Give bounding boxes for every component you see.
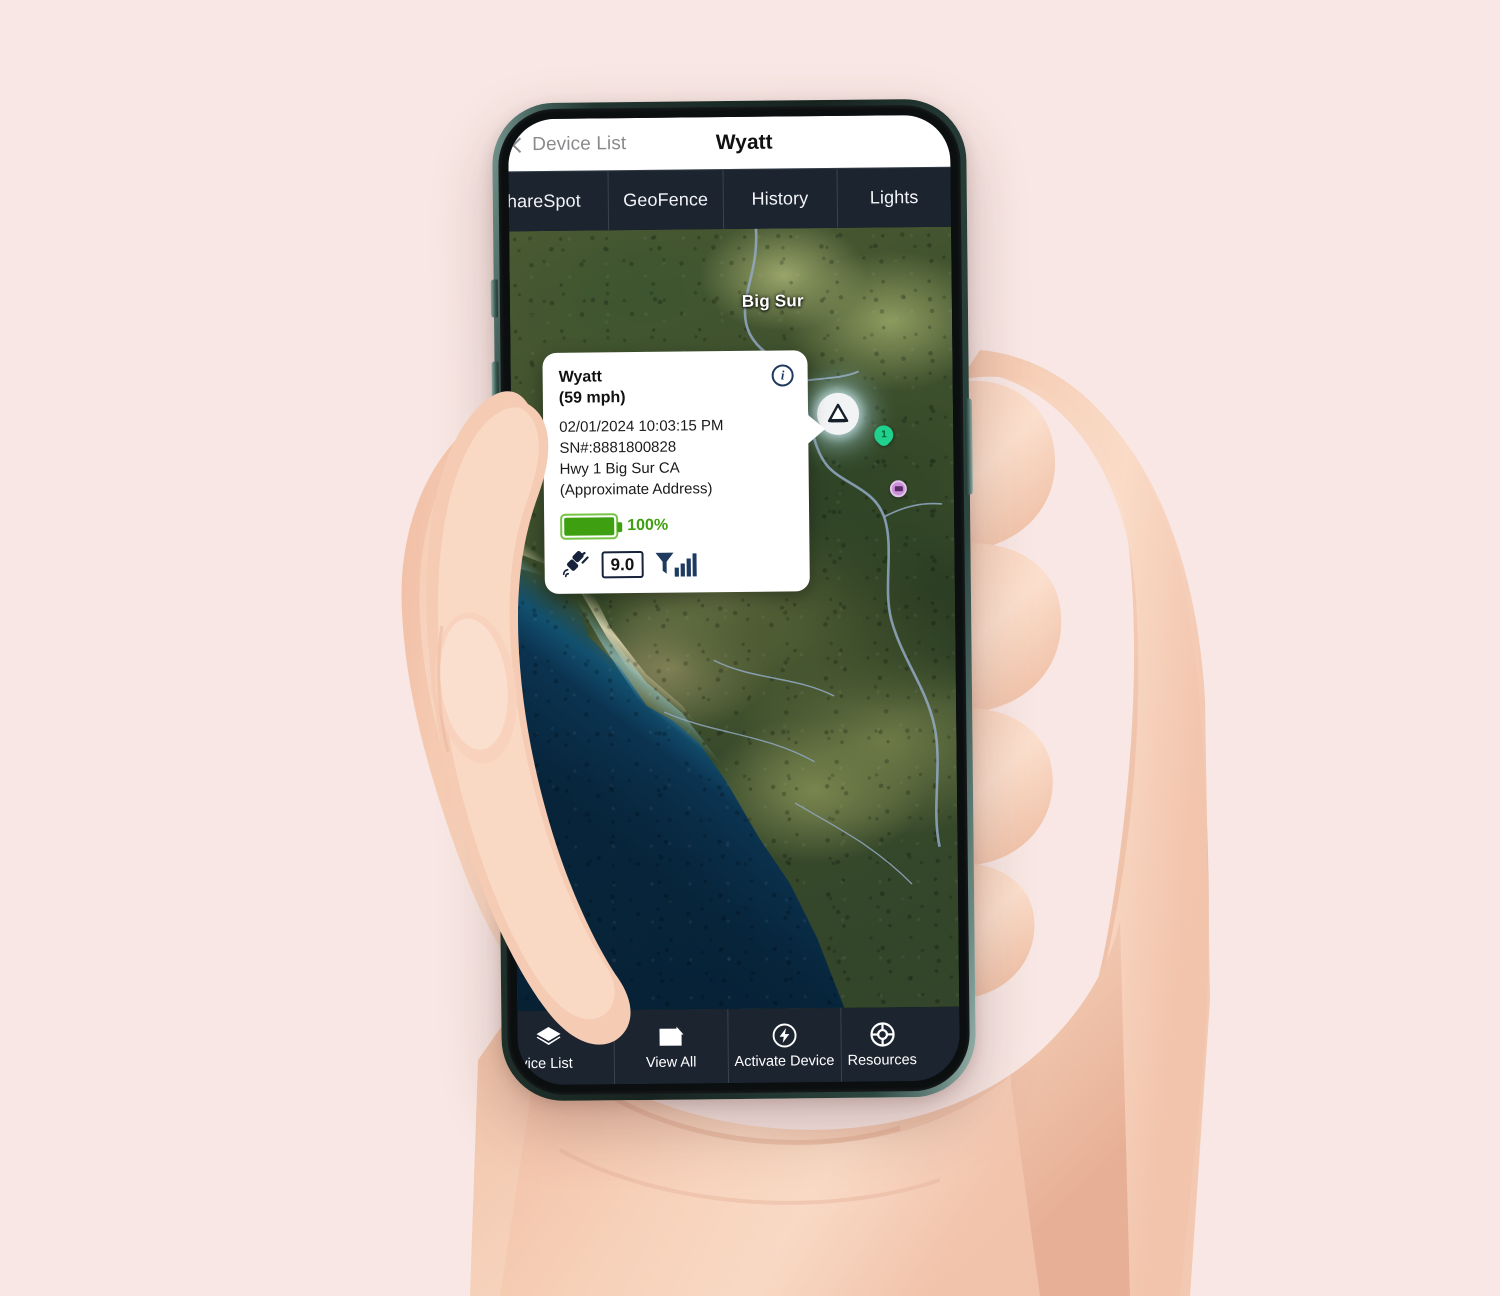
gps-accuracy-value: 9.0	[601, 551, 644, 579]
volume-down-button[interactable]	[492, 453, 501, 524]
power-button[interactable]	[964, 398, 973, 495]
satellite-map[interactable]: Big Sur 1 i Wyatt (59 mph) 02/01/2024 10…	[509, 226, 960, 1012]
callout-timestamp: 02/01/2024 10:03:15 PM	[559, 416, 724, 436]
scene: Device List Wyatt ShareSpot GeoFence His…	[0, 0, 1500, 1296]
tab-history[interactable]: History	[722, 168, 838, 230]
bottom-nav-view-all[interactable]: View All	[614, 1009, 729, 1085]
map-label-big-sur: Big Sur	[741, 291, 804, 311]
tab-sharespot[interactable]: ShareSpot	[507, 171, 610, 232]
mute-switch[interactable]	[490, 279, 499, 318]
info-circle-icon[interactable]: i	[771, 364, 794, 387]
tab-history-label: History	[751, 188, 809, 209]
bottom-nav-bar: Device List View All Activate Device Res…	[507, 1006, 961, 1086]
phone-screen: Device List Wyatt ShareSpot GeoFence His…	[507, 114, 961, 1086]
map-roads	[572, 226, 943, 885]
device-info-callout[interactable]: i Wyatt (59 mph) 02/01/2024 10:03:15 PM …	[542, 350, 810, 594]
tab-lights-label: Lights	[869, 187, 919, 208]
back-to-device-list-link[interactable]: Device List	[532, 133, 626, 156]
battery-percent-label: 100%	[627, 516, 669, 534]
layers-icon	[535, 1024, 561, 1051]
bottom-nav-activate-device[interactable]: Activate Device	[727, 1007, 842, 1084]
tab-sharespot-label: ShareSpot	[507, 190, 581, 212]
bottom-nav-view-all-label: View All	[645, 1054, 697, 1071]
map-imagery	[509, 226, 960, 1012]
poi-pin[interactable]	[889, 480, 907, 498]
tab-geofence[interactable]: GeoFence	[608, 170, 724, 231]
satellite-icon	[562, 550, 589, 577]
status-row: 9.0	[560, 548, 793, 580]
nav-header: Device List Wyatt	[507, 114, 951, 172]
folder-icon	[658, 1023, 684, 1050]
bottom-nav-activate-device-label: Activate Device	[734, 1052, 835, 1071]
bottom-nav-resources[interactable]: Resources	[847, 1007, 960, 1082]
callout-serial: SN#:8881800828	[559, 438, 677, 457]
signal-bars-icon	[655, 552, 697, 577]
vehicle-arrow-icon	[827, 403, 849, 423]
callout-speed: (59 mph)	[558, 388, 626, 407]
callout-address: Hwy 1 Big Sur CA	[559, 459, 680, 479]
phone-device: Device List Wyatt ShareSpot GeoFence His…	[490, 98, 977, 1102]
battery-icon	[560, 512, 619, 540]
callout-device-name: Wyatt	[558, 368, 603, 386]
tab-lights[interactable]: Lights	[837, 168, 951, 228]
tab-bar: ShareSpot GeoFence History Lights	[507, 166, 952, 232]
bottom-nav-device-list[interactable]: Device List	[507, 1010, 616, 1086]
callout-address-note: (Approximate Address)	[559, 480, 713, 500]
battery-row: 100%	[560, 511, 793, 540]
bottom-nav-resources-label: Resources	[847, 1052, 917, 1069]
power-bolt-icon	[771, 1021, 797, 1048]
volume-up-button[interactable]	[491, 361, 500, 432]
lifebuoy-icon	[869, 1020, 895, 1047]
bottom-nav-device-list-label: Device List	[507, 1055, 573, 1073]
numbered-pin-label: 1	[880, 429, 887, 441]
tab-geofence-label: GeoFence	[623, 189, 709, 211]
